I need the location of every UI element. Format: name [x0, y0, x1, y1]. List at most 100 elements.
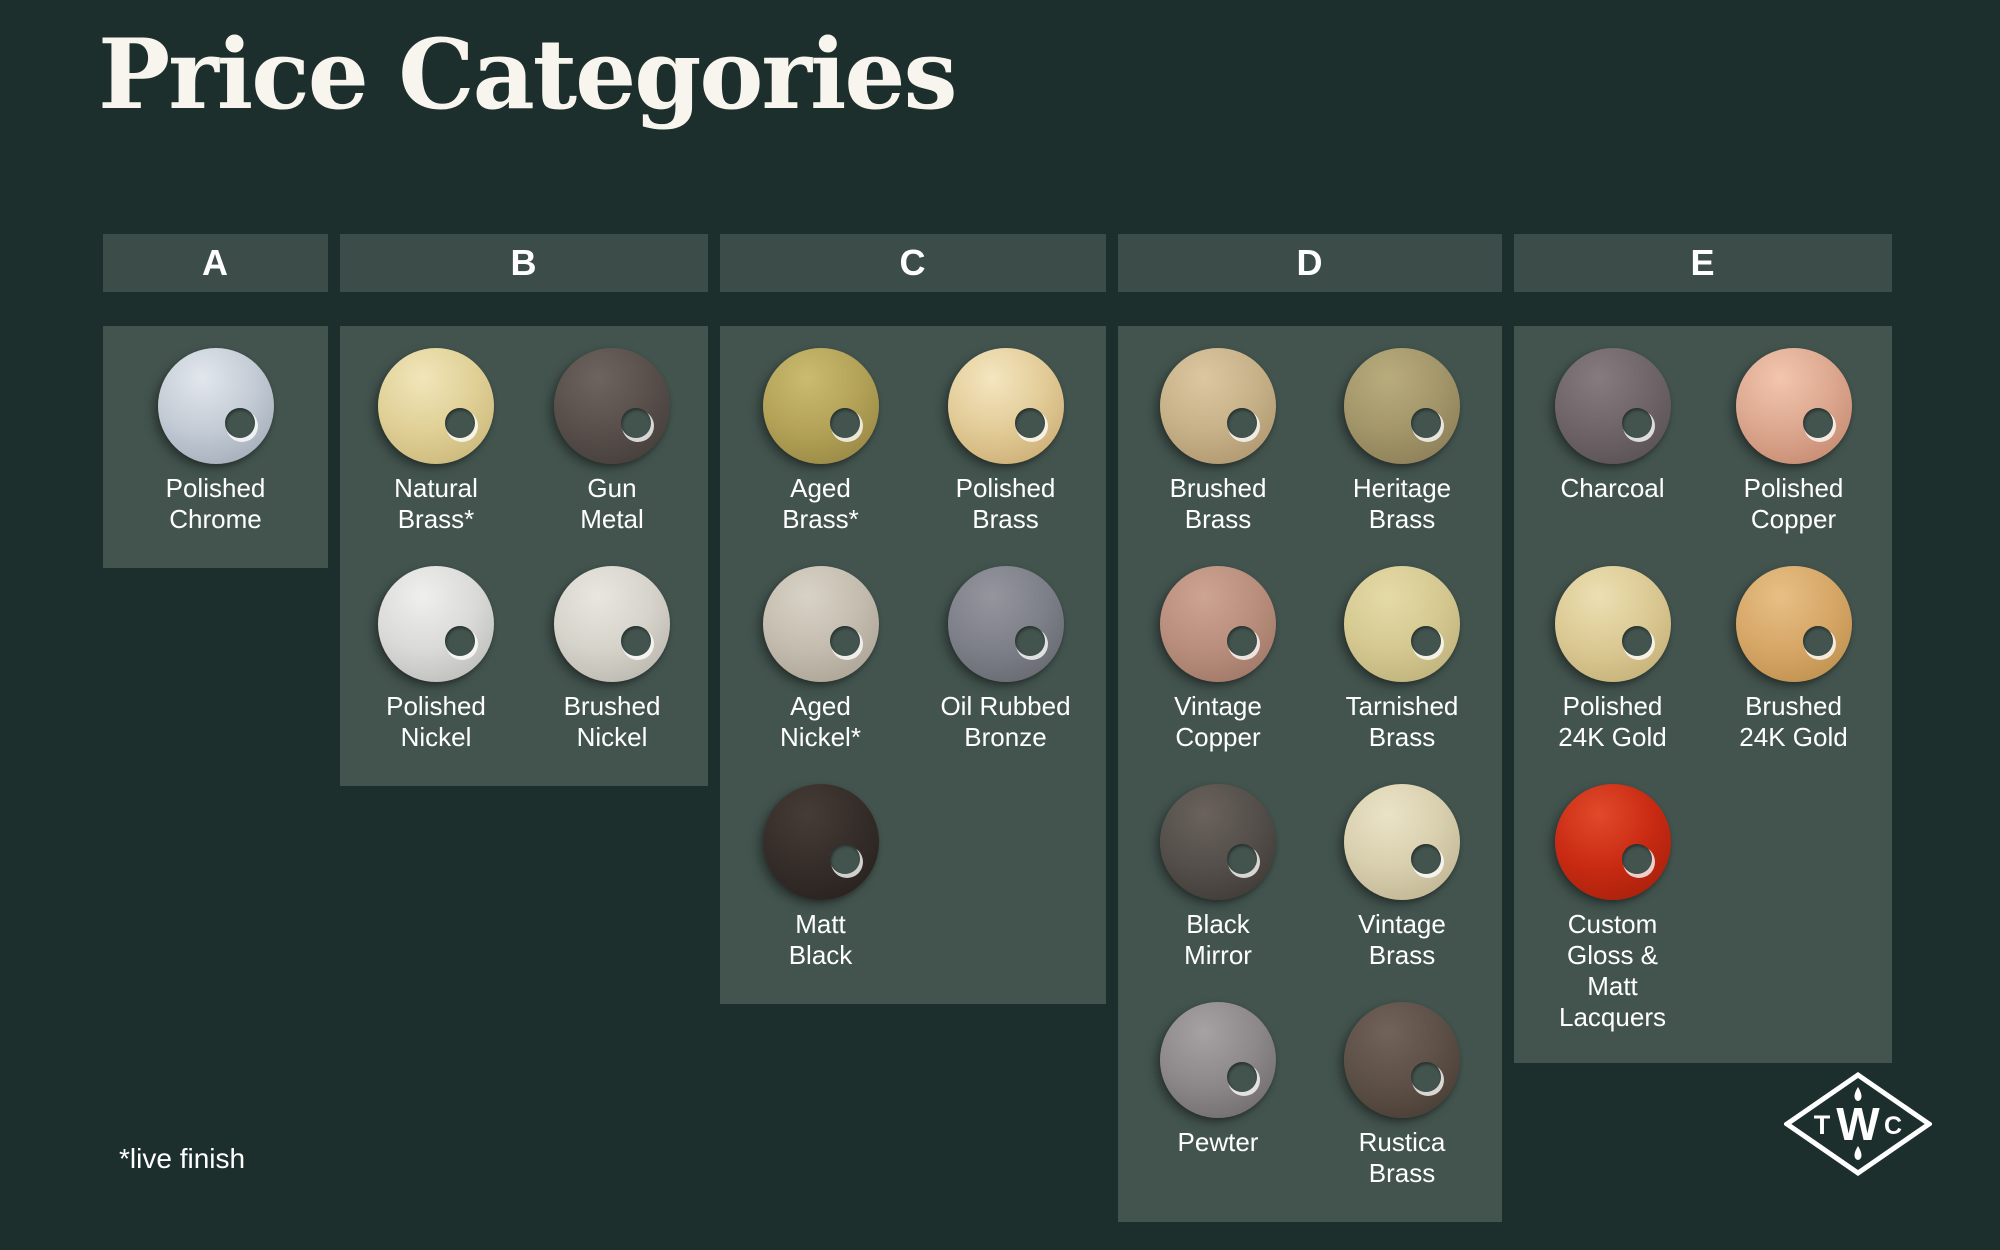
- finish-disc-aged-brass: [763, 348, 879, 464]
- category-column-b: B Natural Brass* Gun Metal Polished Nickel B…: [340, 234, 708, 786]
- disc-hole: [1015, 626, 1045, 656]
- finish-item-black-mirror: Black Mirror: [1126, 784, 1310, 974]
- finish-disc-natural-brass: [378, 348, 494, 464]
- disc-hole: [445, 408, 475, 438]
- finish-label: Natural Brass*: [394, 473, 478, 535]
- finish-disc-tarnished-brass: [1344, 566, 1460, 682]
- disc-hole: [830, 844, 860, 874]
- category-panel-b: Natural Brass* Gun Metal Polished Nickel Br…: [340, 326, 708, 786]
- category-letter: D: [1297, 242, 1324, 284]
- finish-disc-polished-nickel: [378, 566, 494, 682]
- finish-item-oil-rubbed-bronze: Oil Rubbed Bronze: [913, 566, 1098, 756]
- finish-disc-vintage-brass: [1344, 784, 1460, 900]
- finish-item-polished-24k-gold: Polished 24K Gold: [1522, 566, 1703, 756]
- category-header-c: C: [720, 234, 1106, 292]
- finish-item-charcoal: Charcoal: [1522, 348, 1703, 538]
- category-panel-e: CharcoalPolished CopperPolished 24K Gold…: [1514, 326, 1892, 1063]
- finish-item-brushed-24k-gold: Brushed 24K Gold: [1703, 566, 1884, 756]
- category-header-d: D: [1118, 234, 1502, 292]
- disc-hole: [225, 408, 255, 438]
- logo-letter-t: T: [1814, 1110, 1831, 1140]
- finish-disc-charcoal: [1555, 348, 1671, 464]
- finish-item-polished-brass: Polished Brass: [913, 348, 1098, 538]
- category-header-b: B: [340, 234, 708, 292]
- finish-label: Oil Rubbed Bronze: [940, 691, 1070, 753]
- finish-item-vintage-copper: Vintage Copper: [1126, 566, 1310, 756]
- page-title: Price Categories: [98, 18, 956, 131]
- category-letter: B: [511, 242, 538, 284]
- disc-hole: [621, 408, 651, 438]
- finish-item-custom-lacquers: Custom Gloss & Matt Lacquers: [1522, 784, 1703, 1033]
- finish-disc-vintage-copper: [1160, 566, 1276, 682]
- disc-hole: [445, 626, 475, 656]
- finish-disc-heritage-brass: [1344, 348, 1460, 464]
- finish-item-heritage-brass: Heritage Brass: [1310, 348, 1494, 538]
- finish-label: Brushed Brass: [1170, 473, 1267, 535]
- category-column-e: E CharcoalPolished CopperPolished 24K Gol…: [1514, 234, 1892, 1063]
- finish-disc-custom-lacquers: [1555, 784, 1671, 900]
- finish-label: Pewter: [1178, 1127, 1259, 1158]
- category-column-c: C Aged Brass* Polished Brass Aged Nickel* Oi…: [720, 234, 1106, 1004]
- finish-item-natural-brass: Natural Brass*: [348, 348, 524, 538]
- category-header-a: A: [103, 234, 328, 292]
- finish-item-polished-chrome: Polished Chrome: [111, 348, 320, 538]
- disc-hole: [1227, 1062, 1257, 1092]
- finish-item-matt-black: Matt Black: [728, 784, 913, 974]
- finish-label: Black Mirror: [1184, 909, 1252, 971]
- finish-label: Brushed 24K Gold: [1739, 691, 1847, 753]
- categories-grid: A Polished Chrome B Natural Brass* Gun Metal…: [103, 234, 1892, 1222]
- disc-hole: [1411, 1062, 1441, 1092]
- finish-item-tarnished-brass: Tarnished Brass: [1310, 566, 1494, 756]
- category-panel-c: Aged Brass* Polished Brass Aged Nickel* Oil…: [720, 326, 1106, 1004]
- finish-item-gun-metal: Gun Metal: [524, 348, 700, 538]
- finish-item-brushed-nickel: Brushed Nickel: [524, 566, 700, 756]
- finish-label: Tarnished Brass: [1346, 691, 1459, 753]
- finish-label: Gun Metal: [580, 473, 644, 535]
- finish-item-aged-nickel: Aged Nickel*: [728, 566, 913, 756]
- finish-label: Charcoal: [1560, 473, 1664, 504]
- category-letter: E: [1690, 242, 1715, 284]
- finish-disc-polished-brass: [948, 348, 1064, 464]
- finish-item-vintage-brass: Vintage Brass: [1310, 784, 1494, 974]
- disc-hole: [1227, 844, 1257, 874]
- disc-hole: [830, 626, 860, 656]
- finish-label: Brushed Nickel: [564, 691, 661, 753]
- finish-disc-matt-black: [763, 784, 879, 900]
- finish-disc-polished-copper: [1736, 348, 1852, 464]
- category-panel-a: Polished Chrome: [103, 326, 328, 568]
- finish-label: Vintage Brass: [1358, 909, 1446, 971]
- finish-label: Rustica Brass: [1359, 1127, 1446, 1189]
- finish-disc-oil-rubbed-bronze: [948, 566, 1064, 682]
- logo-letter-w: W: [1836, 1098, 1880, 1150]
- category-letter: C: [900, 242, 927, 284]
- twc-logo: T W C: [1784, 1072, 1932, 1176]
- finish-disc-pewter: [1160, 1002, 1276, 1118]
- disc-hole: [830, 408, 860, 438]
- disc-hole: [1622, 844, 1652, 874]
- finish-disc-polished-24k-gold: [1555, 566, 1671, 682]
- finish-disc-brushed-brass: [1160, 348, 1276, 464]
- finish-disc-polished-chrome: [158, 348, 274, 464]
- price-categories-page: Price Categories A Polished Chrome B Natura…: [0, 0, 2000, 1250]
- finish-disc-aged-nickel: [763, 566, 879, 682]
- finish-item-brushed-brass: Brushed Brass: [1126, 348, 1310, 538]
- disc-hole: [1622, 408, 1652, 438]
- disc-hole: [1411, 408, 1441, 438]
- finish-item-polished-nickel: Polished Nickel: [348, 566, 524, 756]
- finish-label: Polished Nickel: [386, 691, 486, 753]
- finish-label: Vintage Copper: [1174, 691, 1262, 753]
- finish-disc-brushed-nickel: [554, 566, 670, 682]
- finish-label: Matt Black: [789, 909, 853, 971]
- disc-hole: [1803, 626, 1833, 656]
- finish-label: Heritage Brass: [1353, 473, 1451, 535]
- finish-item-rustica-brass: Rustica Brass: [1310, 1002, 1494, 1192]
- live-finish-footnote: *live finish: [119, 1143, 245, 1175]
- category-panel-d: Brushed Brass Heritage Brass Vintage Coppe…: [1118, 326, 1502, 1222]
- finish-label: Aged Brass*: [782, 473, 859, 535]
- disc-hole: [1803, 408, 1833, 438]
- category-letter: A: [202, 242, 229, 284]
- finish-label: Polished Brass: [956, 473, 1056, 535]
- finish-disc-gun-metal: [554, 348, 670, 464]
- category-header-e: E: [1514, 234, 1892, 292]
- finish-label: Custom Gloss & Matt Lacquers: [1559, 909, 1666, 1033]
